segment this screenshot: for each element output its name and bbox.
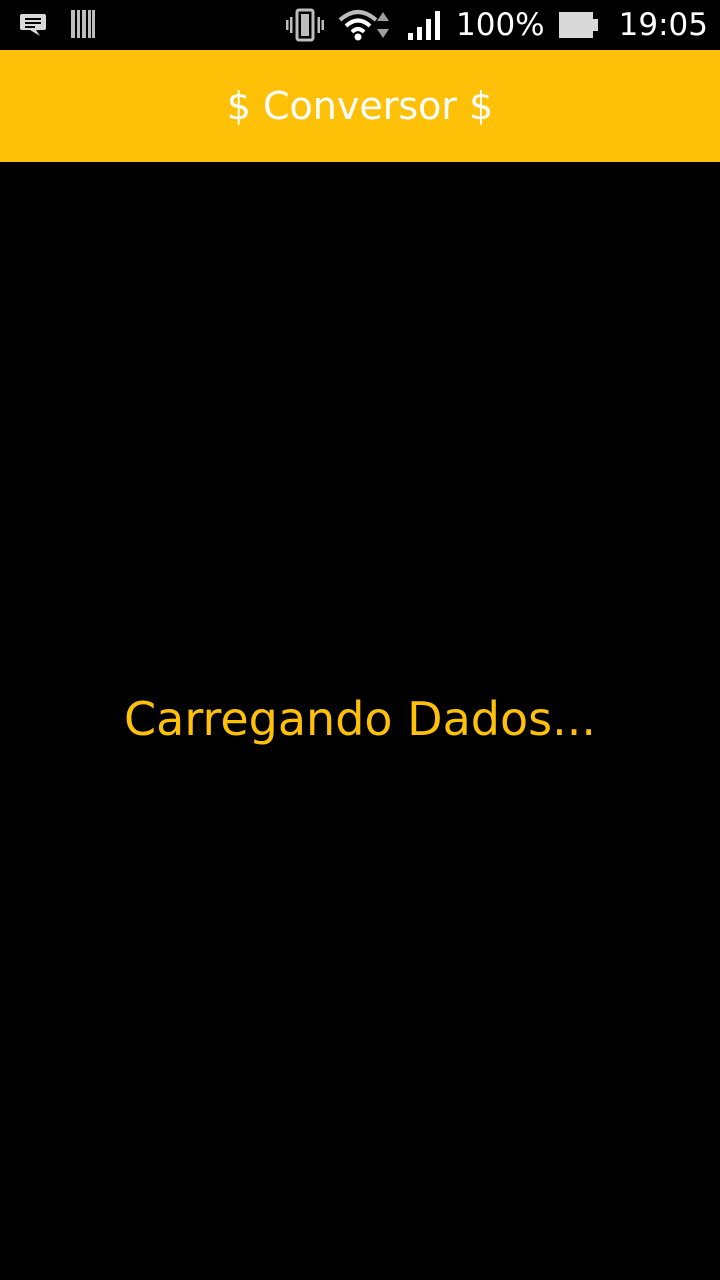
status-bar: 100% 19:05 (0, 0, 720, 50)
battery-icon (558, 11, 599, 39)
vibrate-icon (286, 8, 325, 42)
app-bar: $ Conversor $ (0, 50, 720, 162)
wifi-icon (338, 8, 394, 42)
barcode-icon (70, 8, 96, 40)
main-content: Carregando Dados... (0, 162, 720, 1280)
signal-icon (408, 9, 442, 41)
chat-notification-icon (18, 9, 48, 39)
status-clock: 19:05 (618, 7, 708, 43)
app-title: $ Conversor $ (226, 84, 494, 128)
battery-percentage: 100% (456, 7, 545, 43)
status-left-icons (18, 8, 96, 40)
loading-text: Carregando Dados... (124, 692, 596, 746)
status-right-icons: 100% 19:05 (286, 0, 708, 50)
